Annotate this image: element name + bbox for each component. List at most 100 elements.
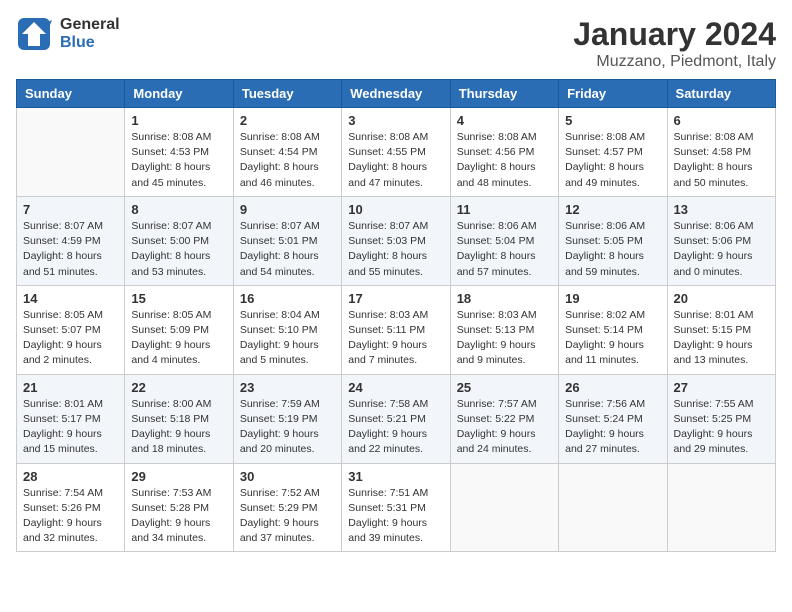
day-number: 18 <box>457 291 552 306</box>
day-info: Sunrise: 8:07 AMSunset: 4:59 PMDaylight:… <box>23 219 118 280</box>
calendar-cell: 11Sunrise: 8:06 AMSunset: 5:04 PMDayligh… <box>450 196 558 285</box>
day-number: 20 <box>674 291 769 306</box>
calendar-cell: 25Sunrise: 7:57 AMSunset: 5:22 PMDayligh… <box>450 374 558 463</box>
month-title: January 2024 <box>573 16 776 53</box>
weekday-header-thursday: Thursday <box>450 80 558 108</box>
day-info: Sunrise: 7:55 AMSunset: 5:25 PMDaylight:… <box>674 397 769 458</box>
day-info: Sunrise: 7:51 AMSunset: 5:31 PMDaylight:… <box>348 486 443 547</box>
day-info: Sunrise: 8:08 AMSunset: 4:54 PMDaylight:… <box>240 130 335 191</box>
calendar-cell: 2 Sunrise: 8:08 AMSunset: 4:54 PMDaylight… <box>233 108 341 197</box>
logo-icon <box>16 16 52 52</box>
day-number: 17 <box>348 291 443 306</box>
day-info: Sunrise: 8:08 AMSunset: 4:53 PMDaylight:… <box>131 130 226 191</box>
calendar-cell <box>450 463 558 552</box>
calendar-cell: 28 Sunrise: 7:54 AMSunset: 5:26 PMDayligh… <box>17 463 125 552</box>
day-info: Sunrise: 7:56 AMSunset: 5:24 PMDaylight:… <box>565 397 660 458</box>
day-info: Sunrise: 8:07 AMSunset: 5:03 PMDaylight:… <box>348 219 443 280</box>
day-info: Sunrise: 8:05 AMSunset: 5:07 PMDaylight:… <box>23 308 118 369</box>
calendar-cell: 8 Sunrise: 8:07 AMSunset: 5:00 PMDaylight… <box>125 196 233 285</box>
title-section: January 2024 Muzzano, Piedmont, Italy <box>573 16 776 71</box>
calendar-cell: 24 Sunrise: 7:58 AMSunset: 5:21 PMDayligh… <box>342 374 450 463</box>
day-number: 15 <box>131 291 226 306</box>
day-number: 29 <box>131 469 226 484</box>
day-number: 16 <box>240 291 335 306</box>
calendar-cell: 3 Sunrise: 8:08 AMSunset: 4:55 PMDaylight… <box>342 108 450 197</box>
day-info: Sunrise: 8:07 AMSunset: 5:01 PMDaylight:… <box>240 219 335 280</box>
day-number: 6 <box>674 113 769 128</box>
logo-bird-svg <box>16 16 52 52</box>
weekday-header-sunday: Sunday <box>17 80 125 108</box>
calendar-table: SundayMondayTuesdayWednesdayThursdayFrid… <box>16 79 776 552</box>
calendar-week-row: 21Sunrise: 8:01 AMSunset: 5:17 PMDayligh… <box>17 374 776 463</box>
day-number: 26 <box>565 380 660 395</box>
calendar-cell <box>667 463 775 552</box>
calendar-cell: 20Sunrise: 8:01 AMSunset: 5:15 PMDayligh… <box>667 285 775 374</box>
location-title: Muzzano, Piedmont, Italy <box>573 53 776 71</box>
day-info: Sunrise: 8:07 AMSunset: 5:00 PMDaylight:… <box>131 219 226 280</box>
day-number: 12 <box>565 202 660 217</box>
logo-text: General Blue <box>60 16 120 51</box>
day-info: Sunrise: 8:08 AMSunset: 4:56 PMDaylight:… <box>457 130 552 191</box>
calendar-cell: 26 Sunrise: 7:56 AMSunset: 5:24 PMDayligh… <box>559 374 667 463</box>
calendar-cell: 1 Sunrise: 8:08 AMSunset: 4:53 PMDaylight… <box>125 108 233 197</box>
day-info: Sunrise: 8:06 AMSunset: 5:05 PMDaylight:… <box>565 219 660 280</box>
day-number: 5 <box>565 113 660 128</box>
day-number: 1 <box>131 113 226 128</box>
day-number: 23 <box>240 380 335 395</box>
page-header: General Blue January 2024 Muzzano, Piedm… <box>16 16 776 71</box>
calendar-cell: 14Sunrise: 8:05 AMSunset: 5:07 PMDayligh… <box>17 285 125 374</box>
logo: General Blue <box>16 16 120 52</box>
calendar-cell: 4 Sunrise: 8:08 AMSunset: 4:56 PMDaylight… <box>450 108 558 197</box>
day-number: 28 <box>23 469 118 484</box>
day-info: Sunrise: 8:03 AMSunset: 5:11 PMDaylight:… <box>348 308 443 369</box>
weekday-header-tuesday: Tuesday <box>233 80 341 108</box>
logo-general: General <box>60 16 120 34</box>
day-info: Sunrise: 7:58 AMSunset: 5:21 PMDaylight:… <box>348 397 443 458</box>
day-number: 25 <box>457 380 552 395</box>
day-info: Sunrise: 7:53 AMSunset: 5:28 PMDaylight:… <box>131 486 226 547</box>
calendar-cell: 13Sunrise: 8:06 AMSunset: 5:06 PMDayligh… <box>667 196 775 285</box>
day-info: Sunrise: 8:03 AMSunset: 5:13 PMDaylight:… <box>457 308 552 369</box>
day-number: 4 <box>457 113 552 128</box>
day-info: Sunrise: 8:05 AMSunset: 5:09 PMDaylight:… <box>131 308 226 369</box>
day-info: Sunrise: 8:00 AMSunset: 5:18 PMDaylight:… <box>131 397 226 458</box>
calendar-cell: 6 Sunrise: 8:08 AMSunset: 4:58 PMDaylight… <box>667 108 775 197</box>
day-number: 11 <box>457 202 552 217</box>
calendar-cell: 30 Sunrise: 7:52 AMSunset: 5:29 PMDayligh… <box>233 463 341 552</box>
day-number: 19 <box>565 291 660 306</box>
day-number: 30 <box>240 469 335 484</box>
calendar-cell: 23Sunrise: 7:59 AMSunset: 5:19 PMDayligh… <box>233 374 341 463</box>
calendar-cell: 29 Sunrise: 7:53 AMSunset: 5:28 PMDayligh… <box>125 463 233 552</box>
weekday-header-monday: Monday <box>125 80 233 108</box>
calendar-cell: 10Sunrise: 8:07 AMSunset: 5:03 PMDayligh… <box>342 196 450 285</box>
calendar-cell: 31Sunrise: 7:51 AMSunset: 5:31 PMDayligh… <box>342 463 450 552</box>
calendar-week-row: 14Sunrise: 8:05 AMSunset: 5:07 PMDayligh… <box>17 285 776 374</box>
calendar-week-row: 1 Sunrise: 8:08 AMSunset: 4:53 PMDaylight… <box>17 108 776 197</box>
weekday-header-wednesday: Wednesday <box>342 80 450 108</box>
weekday-header-friday: Friday <box>559 80 667 108</box>
calendar-week-row: 28 Sunrise: 7:54 AMSunset: 5:26 PMDayligh… <box>17 463 776 552</box>
day-info: Sunrise: 8:02 AMSunset: 5:14 PMDaylight:… <box>565 308 660 369</box>
day-info: Sunrise: 7:52 AMSunset: 5:29 PMDaylight:… <box>240 486 335 547</box>
day-number: 8 <box>131 202 226 217</box>
day-number: 21 <box>23 380 118 395</box>
calendar-cell <box>559 463 667 552</box>
day-info: Sunrise: 8:08 AMSunset: 4:57 PMDaylight:… <box>565 130 660 191</box>
weekday-header-saturday: Saturday <box>667 80 775 108</box>
calendar-cell <box>17 108 125 197</box>
calendar-cell: 17 Sunrise: 8:03 AMSunset: 5:11 PMDayligh… <box>342 285 450 374</box>
day-info: Sunrise: 8:04 AMSunset: 5:10 PMDaylight:… <box>240 308 335 369</box>
calendar-cell: 18 Sunrise: 8:03 AMSunset: 5:13 PMDayligh… <box>450 285 558 374</box>
calendar-cell: 22Sunrise: 8:00 AMSunset: 5:18 PMDayligh… <box>125 374 233 463</box>
day-number: 2 <box>240 113 335 128</box>
day-info: Sunrise: 7:54 AMSunset: 5:26 PMDaylight:… <box>23 486 118 547</box>
logo-blue: Blue <box>60 34 120 52</box>
day-number: 3 <box>348 113 443 128</box>
day-info: Sunrise: 8:08 AMSunset: 4:55 PMDaylight:… <box>348 130 443 191</box>
calendar-cell: 12 Sunrise: 8:06 AMSunset: 5:05 PMDayligh… <box>559 196 667 285</box>
calendar-cell: 7 Sunrise: 8:07 AMSunset: 4:59 PMDaylight… <box>17 196 125 285</box>
day-info: Sunrise: 8:08 AMSunset: 4:58 PMDaylight:… <box>674 130 769 191</box>
day-number: 24 <box>348 380 443 395</box>
day-number: 7 <box>23 202 118 217</box>
calendar-cell: 27Sunrise: 7:55 AMSunset: 5:25 PMDayligh… <box>667 374 775 463</box>
